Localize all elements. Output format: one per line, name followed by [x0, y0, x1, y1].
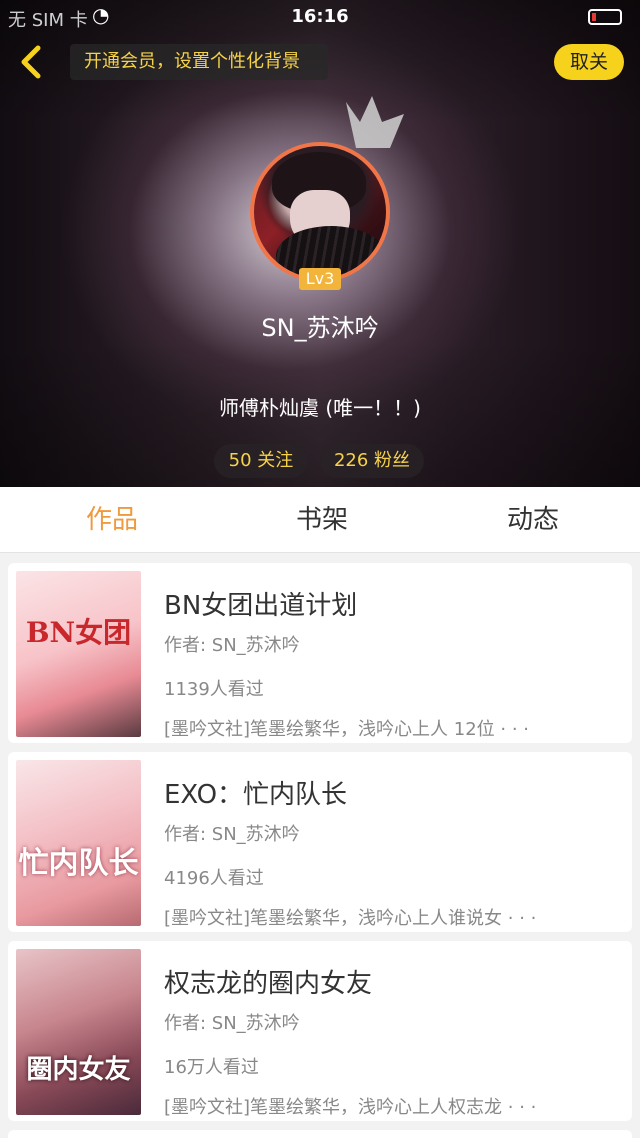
work-card[interactable]: 忙内队长 EXO：忙内队长 作者: SN_苏沐吟 4196人看过 [墨吟文社]笔…: [8, 752, 632, 932]
profile-header: 无 SIM 卡 ◔ 16:16 开通会员，设置个性化背景 取关 Lv3 SN_苏…: [0, 0, 640, 487]
work-author: 作者: SN_苏沐吟: [164, 635, 300, 656]
work-title: 权志龙的圈内女友: [164, 969, 373, 999]
vip-background-banner[interactable]: 开通会员，设置个性化背景: [70, 44, 328, 80]
work-card[interactable]: 圈内女友 权志龙的圈内女友 作者: SN_苏沐吟 16万人看过 [墨吟文社]笔墨…: [8, 941, 632, 1121]
work-views: 4196人看过: [164, 868, 264, 889]
work-description: [墨吟文社]笔墨绘繁华，浅吟心上人 12位 · · ·: [164, 719, 529, 740]
book-cover: 圈内女友: [16, 949, 141, 1115]
crown-icon: [346, 96, 404, 148]
status-bar: 无 SIM 卡 ◔ 16:16: [0, 0, 640, 32]
avatar[interactable]: [250, 142, 390, 282]
work-title: BN女团出道计划: [164, 591, 358, 621]
tab-bookshelf[interactable]: 书架: [252, 487, 392, 553]
work-author: 作者: SN_苏沐吟: [164, 824, 300, 845]
username: SN_苏沐吟: [261, 314, 379, 342]
work-description: [墨吟文社]笔墨绘繁华，浅吟心上人权志龙 · · ·: [164, 1097, 537, 1118]
work-views: 1139人看过: [164, 679, 264, 700]
tab-works[interactable]: 作品: [42, 487, 182, 553]
work-card-partial[interactable]: [8, 1130, 632, 1138]
back-button[interactable]: [12, 42, 52, 82]
unfollow-button[interactable]: 取关: [554, 44, 624, 80]
book-cover: BN女团: [16, 571, 141, 737]
fans-count[interactable]: 226 粉丝: [320, 444, 424, 478]
following-count[interactable]: 50 关注: [214, 444, 308, 478]
tab-moments[interactable]: 动态: [463, 487, 603, 553]
cover-title: BN女团: [25, 616, 132, 649]
chevron-left-icon: [21, 45, 41, 79]
book-cover: 忙内队长: [16, 760, 141, 926]
cover-title: 圈内女友: [26, 1055, 131, 1085]
work-views: 16万人看过: [164, 1057, 259, 1078]
cover-title: 忙内队长: [18, 846, 139, 881]
level-badge: Lv3: [299, 268, 341, 290]
work-description: [墨吟文社]笔墨绘繁华，浅吟心上人谁说女 · · ·: [164, 908, 537, 929]
tab-bar: 作品 书架 动态: [0, 487, 640, 553]
work-author: 作者: SN_苏沐吟: [164, 1013, 300, 1034]
clock: 16:16: [291, 6, 349, 27]
battery-icon: [588, 9, 622, 25]
profile-motto: 师傅朴灿虞 (唯一！！): [219, 396, 421, 420]
work-card[interactable]: BN女团 BN女团出道计划 作者: SN_苏沐吟 1139人看过 [墨吟文社]笔…: [8, 563, 632, 743]
work-title: EXO：忙内队长: [164, 780, 348, 810]
